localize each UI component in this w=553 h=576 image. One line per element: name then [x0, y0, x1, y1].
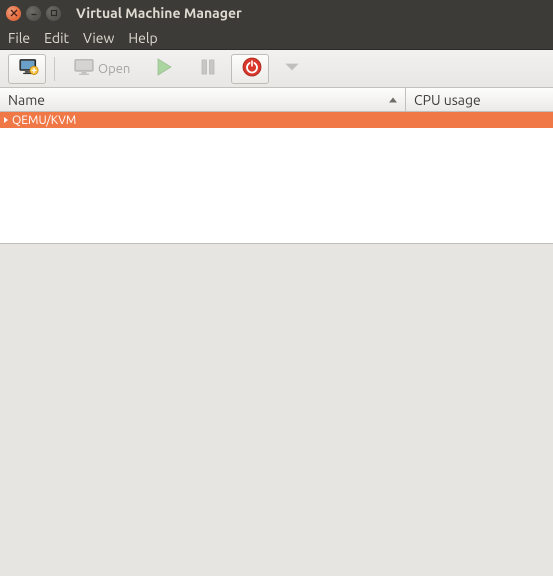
new-vm-button[interactable]: [8, 54, 46, 84]
connection-row[interactable]: QEMU/KVM: [0, 112, 553, 128]
monitor-icon: [74, 57, 94, 80]
monitor-new-icon: [19, 57, 39, 80]
run-vm-button[interactable]: [143, 54, 181, 84]
open-label: Open: [98, 62, 130, 76]
menu-file[interactable]: File: [8, 30, 30, 46]
vm-list[interactable]: QEMU/KVM: [0, 112, 553, 243]
shutdown-vm-button[interactable]: [231, 54, 269, 84]
pause-vm-button[interactable]: [187, 54, 225, 84]
column-header-name[interactable]: Name: [0, 88, 406, 111]
column-header-cpu[interactable]: CPU usage: [406, 88, 553, 111]
play-icon: [154, 57, 174, 80]
toolbar: Open: [0, 50, 553, 88]
menu-help[interactable]: Help: [128, 30, 157, 46]
menu-edit[interactable]: Edit: [44, 30, 69, 46]
connection-label: QEMU/KVM: [12, 114, 76, 127]
toolbar-separator: [54, 57, 55, 81]
open-vm-button[interactable]: Open: [63, 54, 137, 84]
column-header-cpu-label: CPU usage: [414, 92, 481, 108]
window-title: Virtual Machine Manager: [76, 5, 242, 21]
menu-bar: File Edit View Help: [0, 26, 553, 50]
power-icon: [242, 57, 262, 80]
column-header-name-label: Name: [8, 92, 45, 108]
window-maximize-button[interactable]: [46, 6, 61, 21]
menu-view[interactable]: View: [83, 30, 114, 46]
detail-pane: [0, 243, 553, 576]
shutdown-menu-button[interactable]: [275, 54, 305, 84]
sort-ascending-icon: [389, 97, 397, 102]
title-bar: Virtual Machine Manager: [0, 0, 553, 26]
pause-icon: [198, 57, 218, 80]
chevron-down-icon: [282, 57, 302, 80]
window-minimize-button[interactable]: [26, 6, 41, 21]
table-header: Name CPU usage: [0, 88, 553, 112]
window-close-button[interactable]: [6, 6, 21, 21]
expand-handle-icon[interactable]: [4, 117, 8, 123]
